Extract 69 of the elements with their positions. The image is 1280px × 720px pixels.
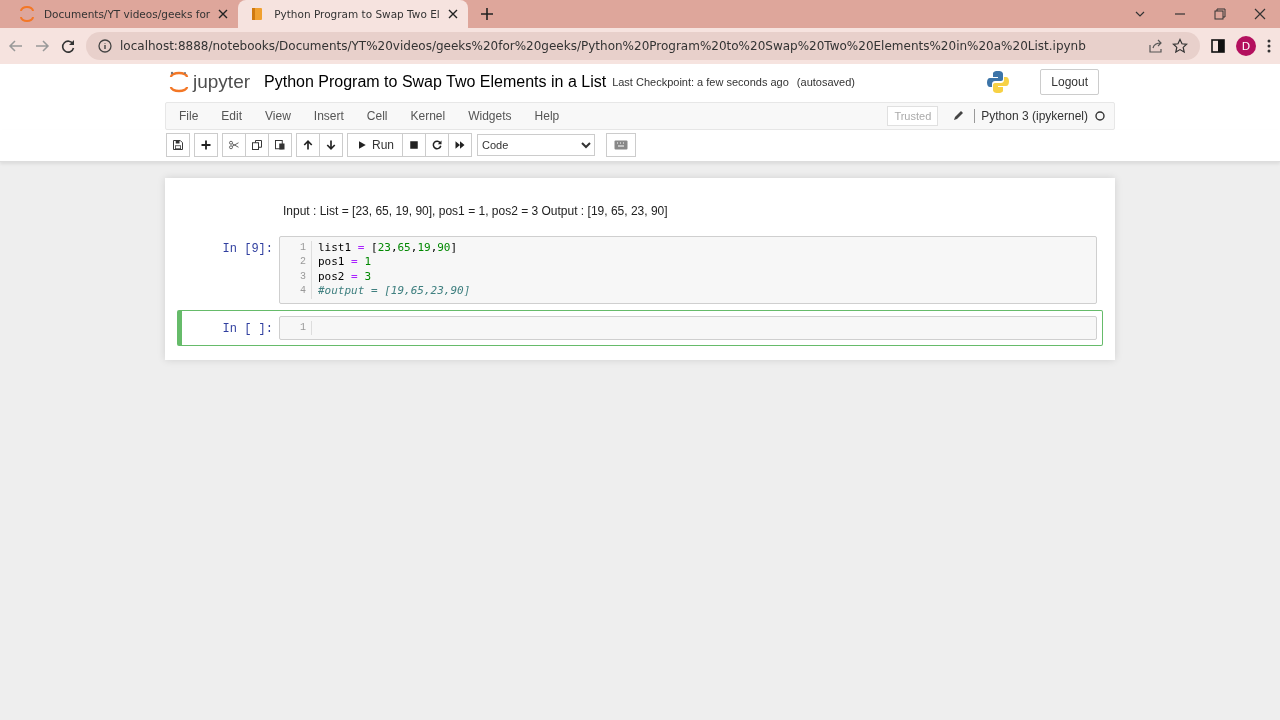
menu-item[interactable]: Edit	[210, 109, 254, 123]
menu-item[interactable]: Help	[523, 109, 571, 123]
cell-type-dropdown[interactable]: Code	[477, 133, 595, 156]
paste-button[interactable]	[268, 132, 292, 157]
plus-icon	[200, 138, 212, 151]
restore-icon[interactable]	[1214, 8, 1226, 20]
markdown-text: Input : List = [23, 65, 19, 90], pos1 = 1, pos2 = 3 Output : [19, 65, 23, 90]	[282, 203, 668, 220]
cell-prompt: In [ ]:	[221, 320, 274, 338]
python-logo-icon	[986, 70, 1011, 94]
line-number: 3	[299, 269, 306, 284]
stop-icon	[408, 138, 420, 151]
line-number: 4	[299, 284, 306, 299]
close-icon[interactable]	[1254, 8, 1266, 20]
scissors-button[interactable]	[222, 132, 246, 157]
logo-text: jupyter	[193, 71, 251, 93]
menu-item[interactable]: Kernel	[399, 109, 457, 123]
side-panel-icon[interactable]	[1210, 38, 1226, 54]
kernel-name[interactable]: Python 3 (ipykernel)	[974, 109, 1088, 123]
logout-button[interactable]: Logout	[1040, 69, 1099, 95]
browser-tab[interactable]: Python Program to Swap Two El	[238, 0, 468, 28]
jupyter-logo-icon	[169, 70, 189, 94]
autosave-status: (autosaved)	[796, 76, 855, 88]
restart-button[interactable]	[425, 132, 449, 157]
code-line: #output = [19,65,23,90]	[318, 284, 471, 298]
run-button[interactable]: Run	[347, 132, 403, 157]
plus-button[interactable]	[194, 132, 218, 157]
close-icon[interactable]	[218, 9, 229, 19]
menu-item[interactable]: Cell	[355, 109, 399, 123]
reload-icon[interactable]	[60, 38, 76, 54]
line-number: 1	[299, 241, 306, 255]
keyboard-icon	[614, 139, 628, 150]
menu-item[interactable]: File	[167, 109, 210, 123]
menu-item[interactable]: Widgets	[457, 109, 523, 123]
scissors-icon	[228, 138, 240, 151]
selected-cell-frame[interactable]: In [ ]: 1	[177, 309, 1103, 346]
arrow-up-icon	[302, 138, 314, 151]
stop-button[interactable]	[402, 132, 426, 157]
code-editor[interactable]: 1 2 3 4 list1 = [23,65,19,90] pos1 = 1 pos2 = 3 #output = [19,65,23,90]	[279, 236, 1097, 304]
cell-prompt: In [9]:	[221, 241, 274, 258]
line-number: 2	[299, 255, 306, 270]
menu-item[interactable]: View	[254, 109, 302, 123]
pencil-icon[interactable]	[952, 110, 965, 122]
menu-item[interactable]: Insert	[302, 109, 355, 123]
share-icon[interactable]	[1148, 38, 1164, 54]
line-number: 1	[299, 320, 306, 335]
arrow-down-button[interactable]	[319, 132, 343, 157]
arrow-down-icon	[325, 138, 337, 151]
code-line: pos1 = 1	[318, 255, 371, 269]
save-icon	[172, 138, 184, 151]
code-line: pos2 = 3	[318, 269, 371, 283]
save-button[interactable]	[166, 132, 190, 157]
info-icon[interactable]	[98, 39, 112, 53]
code-line: list1 = [23,65,19,90]	[318, 241, 458, 254]
star-icon[interactable]	[1172, 38, 1188, 54]
paste-icon	[274, 138, 286, 151]
jupyter-logo-icon	[18, 5, 36, 23]
fast-forward-button[interactable]	[448, 132, 472, 157]
keyboard-button[interactable]	[606, 132, 636, 157]
copy-icon	[251, 138, 263, 151]
restart-icon	[431, 138, 443, 151]
copy-button[interactable]	[245, 132, 269, 157]
notebook-title[interactable]: Python Program to Swap Two Elements in a List	[264, 73, 607, 91]
more-icon[interactable]	[1266, 38, 1272, 54]
new-tab-icon[interactable]	[479, 7, 494, 21]
browser-tab[interactable]: Documents/YT videos/geeks for	[8, 0, 239, 28]
arrow-up-button[interactable]	[296, 132, 320, 157]
profile-avatar[interactable]: D	[1236, 36, 1256, 56]
close-icon[interactable]	[447, 9, 458, 19]
checkpoint-status: Last Checkpoint: a few seconds ago	[612, 76, 789, 88]
